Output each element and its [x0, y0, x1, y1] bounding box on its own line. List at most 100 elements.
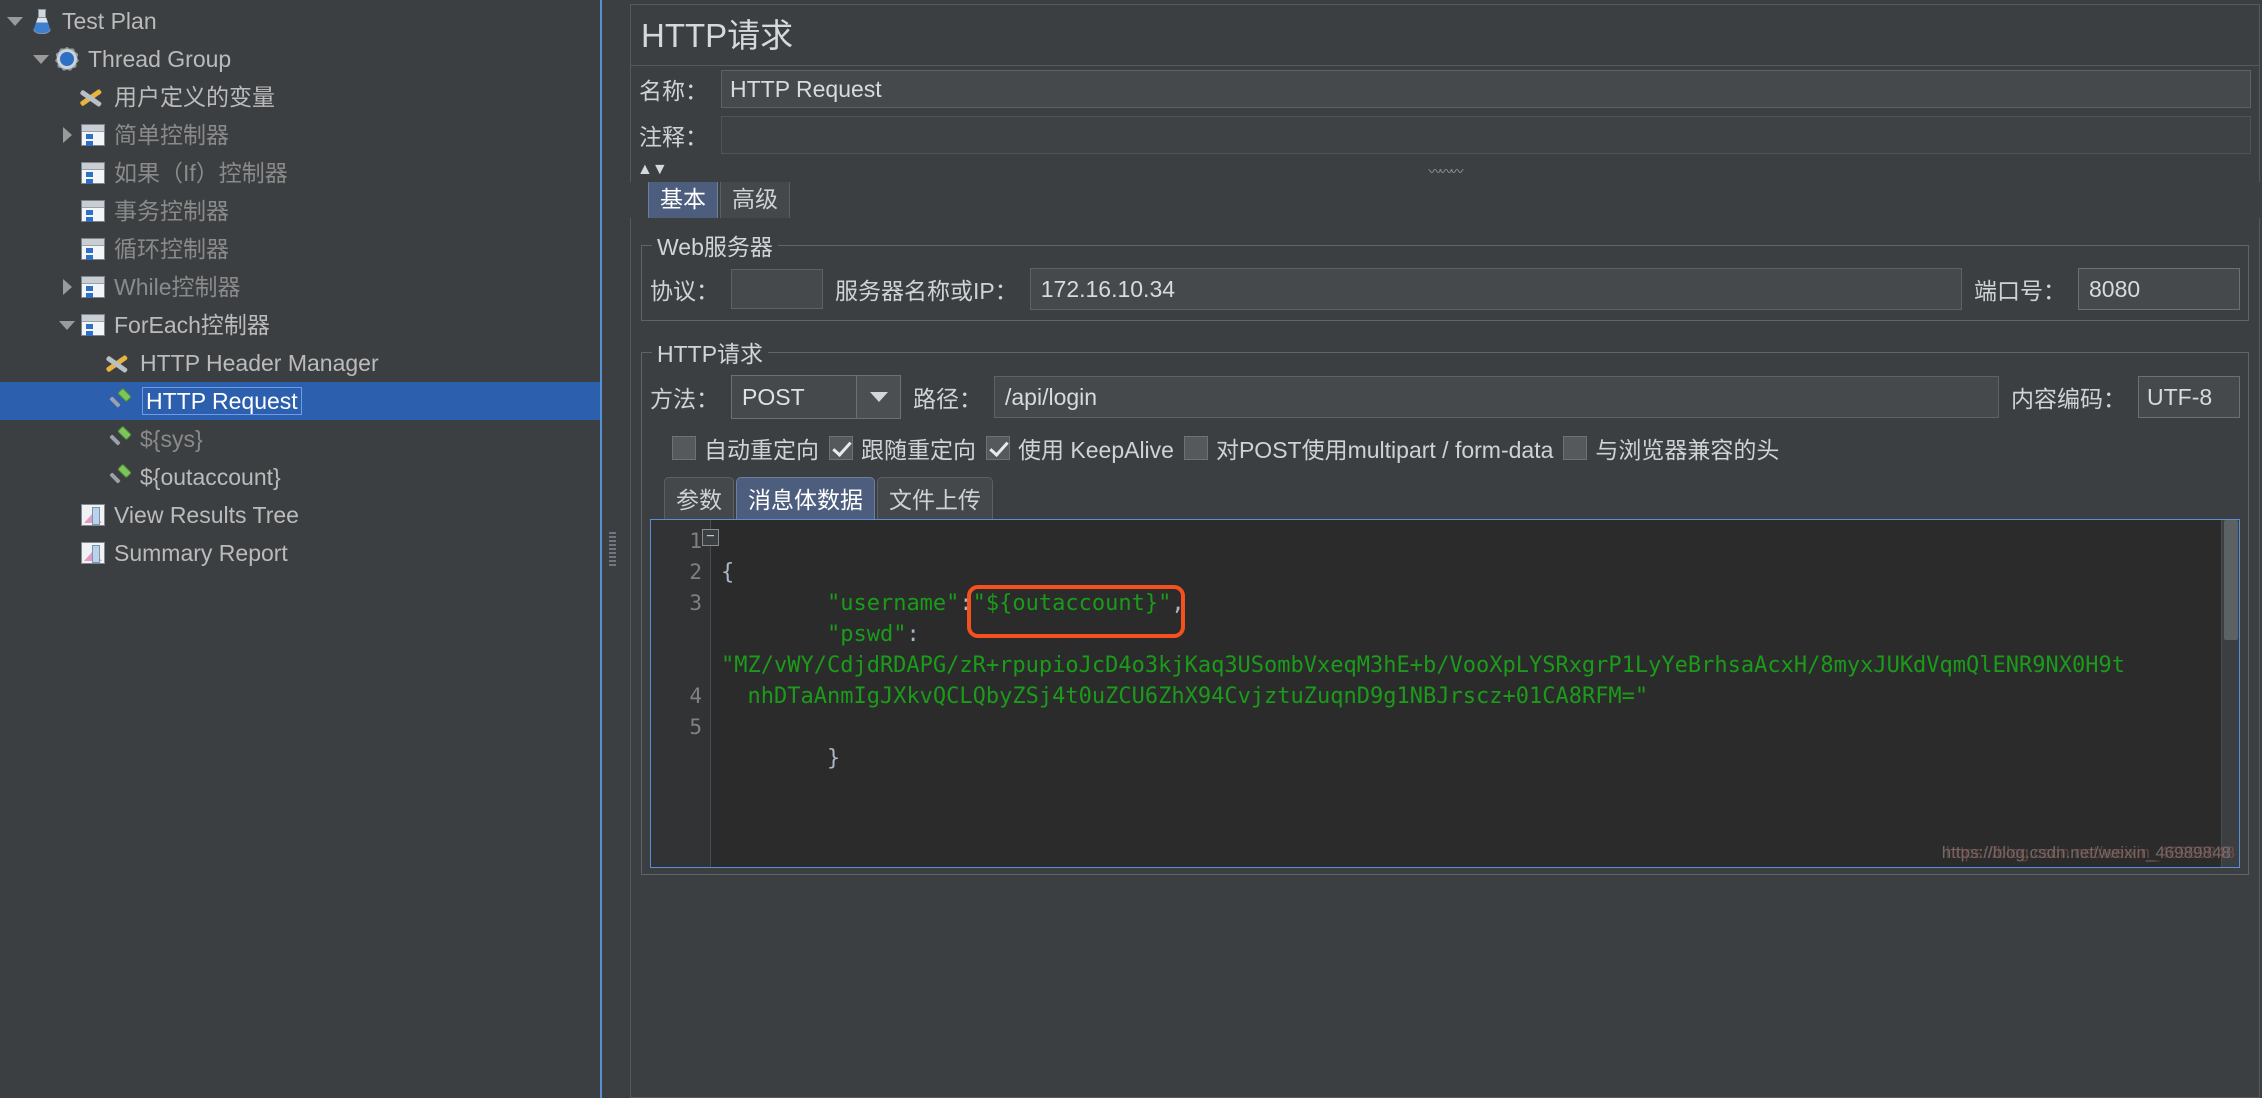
- web-server-group: Web服务器 协议： 服务器名称或IP： 172.16.10.34 端口号： 8…: [641, 228, 2249, 321]
- request-options-checkboxes[interactable]: 自动重定向 跟随重定向 使用 KeepAlive 对POST使用multipart /…: [650, 423, 2240, 475]
- tree-item-label: HTTP Header Manager: [140, 350, 379, 376]
- sort-arrows-icon[interactable]: ▲▼: [637, 162, 668, 178]
- http-request-row: 方法： POST 路径： /api/login 内容编码： UTF-8: [650, 371, 2240, 423]
- tree-item-label: Thread Group: [88, 46, 232, 72]
- tab-body-data[interactable]: 消息体数据: [736, 477, 875, 519]
- comment-input[interactable]: [721, 116, 2251, 154]
- watermark-red: https://blog.csdn.net/weixin_46989848: [1945, 843, 2235, 862]
- checkbox-unchecked-icon[interactable]: [672, 436, 696, 460]
- chevron-down-icon[interactable]: [56, 320, 78, 330]
- tree-item-label: Test Plan: [62, 8, 157, 34]
- checkbox-option[interactable]: 自动重定向: [672, 431, 819, 465]
- code-line-3-key: "pswd": [826, 622, 907, 647]
- tree-item[interactable]: 如果（If）控制器: [0, 154, 600, 192]
- pipette-icon: [104, 388, 134, 414]
- tree-item[interactable]: ForEach控制器: [0, 306, 600, 344]
- flask-icon: [26, 8, 56, 34]
- tree-item[interactable]: Summary Report: [0, 534, 600, 572]
- tree-item-label: 简单控制器: [114, 122, 229, 148]
- editor-scrollbar-thumb[interactable]: [2224, 520, 2238, 640]
- tab-params[interactable]: 参数: [664, 477, 734, 519]
- checkbox-option[interactable]: 对POST使用multipart / form-data: [1183, 431, 1554, 465]
- code-line-1: {: [721, 560, 735, 585]
- tree-item[interactable]: 事务控制器: [0, 192, 600, 230]
- checkbox-checked-icon[interactable]: [829, 436, 853, 460]
- method-label: 方法：: [650, 386, 719, 412]
- tab-file-upload[interactable]: 文件上传: [877, 477, 993, 519]
- checkbox-option[interactable]: 与浏览器兼容的头: [1563, 431, 1779, 465]
- tree-item-label: 如果（If）控制器: [114, 160, 288, 186]
- controller-icon: [78, 160, 108, 186]
- tab-basic[interactable]: 基本: [648, 176, 718, 218]
- tree-item[interactable]: HTTP Header Manager: [0, 344, 600, 382]
- chevron-down-icon[interactable]: [4, 16, 26, 26]
- tree-item[interactable]: 循环控制器: [0, 230, 600, 268]
- encoding-label: 内容编码：: [2011, 386, 2126, 412]
- tree-item[interactable]: 用户定义的变量: [0, 78, 600, 116]
- name-input[interactable]: HTTP Request: [721, 70, 2251, 108]
- server-label: 服务器名称或IP：: [835, 278, 1018, 304]
- editor-scrollbar[interactable]: [2221, 520, 2239, 867]
- tree-item[interactable]: HTTP Request: [0, 382, 600, 420]
- checkbox-checked-icon[interactable]: [986, 436, 1010, 460]
- drag-handle-icon[interactable]: 〰〰〰: [1428, 161, 1463, 180]
- tree-item[interactable]: Thread Group: [0, 40, 600, 78]
- collapse-bar[interactable]: ▲▼ 〰〰〰: [630, 158, 2260, 182]
- main-tabs[interactable]: 基本 高级: [630, 176, 2260, 218]
- watermark: https://blog.csdn.net/weixin_46989848 ht…: [1942, 843, 2235, 863]
- path-label: 路径：: [913, 386, 982, 412]
- tree-item[interactable]: View Results Tree: [0, 496, 600, 534]
- port-input[interactable]: 8080: [2078, 268, 2240, 310]
- name-label: 名称：: [639, 78, 708, 104]
- controller-icon: [78, 198, 108, 224]
- http-request-group: HTTP请求 方法： POST 路径： /api/login 内容编码： UTF…: [641, 335, 2249, 875]
- splitter-grip[interactable]: [609, 532, 616, 566]
- chevron-down-icon[interactable]: [30, 54, 52, 64]
- checkbox-label: 使用 KeepAlive: [1018, 437, 1174, 463]
- checkbox-option[interactable]: 使用 KeepAlive: [986, 431, 1174, 465]
- chevron-down-icon[interactable]: [856, 376, 900, 418]
- checkbox-unchecked-icon[interactable]: [1183, 436, 1208, 460]
- basic-tab-content: Web服务器 协议： 服务器名称或IP： 172.16.10.34 端口号： 8…: [630, 218, 2260, 1098]
- panel-header: HTTP请求 名称： HTTP Request 注释：: [630, 4, 2260, 158]
- protocol-label: 协议：: [650, 278, 719, 304]
- chart-icon: [78, 540, 108, 566]
- editor-code[interactable]: { "username":"${outaccount}", "pswd": "MZ…: [711, 520, 2239, 867]
- tree-item-label: ForEach控制器: [114, 312, 270, 338]
- line-number: 2: [689, 560, 702, 584]
- page-title: HTTP请求: [631, 5, 2259, 66]
- comment-row: 注释：: [631, 112, 2259, 158]
- body-data-editor[interactable]: − 12345 { "username":"${outaccount}", "p…: [650, 519, 2240, 868]
- tree-item[interactable]: ${outaccount}: [0, 458, 600, 496]
- test-plan-tree[interactable]: Test Plan Thread Group 用户定义的变量简单控制器如果（If）控…: [0, 0, 600, 1098]
- protocol-input[interactable]: [731, 269, 823, 309]
- tab-advanced[interactable]: 高级: [720, 176, 790, 218]
- tree-item[interactable]: Test Plan: [0, 2, 600, 40]
- method-select[interactable]: POST: [731, 375, 901, 419]
- checkbox-label: 对POST使用multipart / form-data: [1215, 437, 1554, 463]
- body-tabs[interactable]: 参数 消息体数据 文件上传: [650, 477, 2240, 519]
- pane-splitter[interactable]: [600, 0, 622, 1098]
- checkbox-label: 自动重定向: [704, 437, 819, 463]
- checkbox-unchecked-icon[interactable]: [1563, 436, 1588, 460]
- tree-item[interactable]: ${sys}: [0, 420, 600, 458]
- checkbox-label: 与浏览器兼容的头: [1595, 437, 1780, 463]
- path-input[interactable]: /api/login: [994, 376, 1999, 418]
- pipette-icon: [104, 426, 134, 452]
- checkbox-label: 跟随重定向: [861, 437, 976, 463]
- checkbox-option[interactable]: 跟随重定向: [829, 431, 976, 465]
- chart-icon: [78, 502, 108, 528]
- gear-icon: [52, 46, 82, 72]
- controller-icon: [78, 312, 108, 338]
- tree-item[interactable]: While控制器: [0, 268, 600, 306]
- encoding-input[interactable]: UTF-8: [2138, 376, 2240, 418]
- web-server-legend: Web服务器: [657, 234, 773, 260]
- chevron-right-icon[interactable]: [56, 279, 78, 295]
- code-line-3-value-a: "MZ/vWY/CdjdRDAPG/zR+rpupioJcD4o3kjKaq3U…: [721, 653, 2125, 678]
- server-input[interactable]: 172.16.10.34: [1029, 268, 1962, 310]
- code-line-3-colon: :: [906, 622, 920, 647]
- http-request-legend: HTTP请求: [657, 341, 764, 367]
- chevron-right-icon[interactable]: [56, 127, 78, 143]
- jmeter-window: Test Plan Thread Group 用户定义的变量简单控制器如果（If）控…: [0, 0, 2262, 1098]
- tree-item[interactable]: 简单控制器: [0, 116, 600, 154]
